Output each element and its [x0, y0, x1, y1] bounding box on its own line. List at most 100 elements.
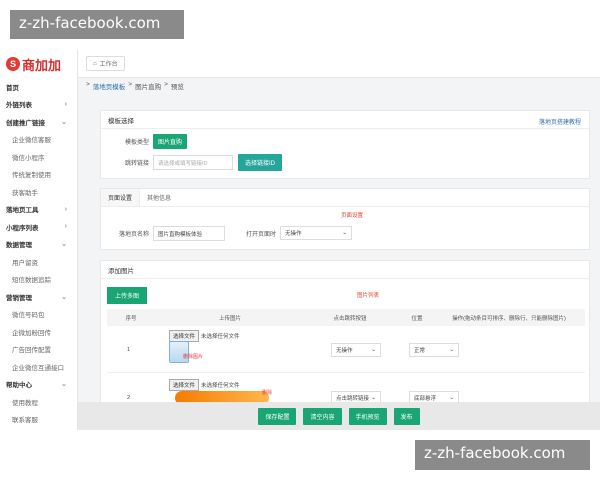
sidebar-item[interactable]: 外链列表 › — [0, 96, 77, 114]
breadcrumb-item[interactable]: 图片直购 — [135, 81, 161, 91]
sidebar-item-label: 企业微信客服 — [12, 137, 51, 145]
sidebar-item-label: 用户留资 — [12, 259, 38, 267]
sidebar-item[interactable]: 企业微信互通接口 — [0, 358, 77, 376]
template-type-label: 模板类型 — [125, 140, 150, 146]
template-select-panel: 模板选择 落地页搭建教程 模板类型 图片直购 跳转链接 请选择或填写链接ID 选… — [100, 110, 590, 179]
open-action-select[interactable]: 无操作 ⌄ — [280, 226, 353, 240]
sidebar-item-label: 企微加粉回传 — [12, 329, 51, 337]
panel-title: 模板选择 — [101, 111, 589, 129]
jump-link-label: 跳转链接 — [125, 161, 150, 167]
chevron-icon: ⌄ — [61, 118, 67, 126]
home-icon: ⌂ — [93, 60, 97, 67]
chevron-icon: ⌄ — [61, 241, 67, 249]
sidebar-item-label: 创建推广链接 — [6, 119, 45, 127]
sidebar-item-label: 微信小程序 — [12, 154, 45, 162]
tab-workbench-label: 工作台 — [99, 62, 118, 68]
mobile-preview-button[interactable]: 手机预览 — [348, 407, 387, 425]
page-name-row: 落地页名称 图片直购模板体验 — [119, 226, 226, 241]
sidebar-item-label: 帮助中心 — [6, 382, 32, 390]
position-select[interactable]: 正常 ⌄ — [409, 343, 459, 357]
row-index: 2 — [127, 395, 131, 401]
publish-button[interactable]: 发布 — [393, 407, 420, 425]
sidebar: S 商加加 首页外链列表 › 创建推广链接 ⌄ 企业微信客服 微信小程序传统复制使用 获客助… — [0, 50, 78, 430]
file-picker: 选择文件 未选择任何文件 — [169, 379, 240, 391]
tab-other-info[interactable]: 其他信息 — [140, 189, 178, 206]
breadcrumb-item[interactable]: 落地页模板 — [93, 81, 126, 91]
tab-workbench[interactable]: ⌂ 工作台 — [86, 56, 125, 71]
jump-action-value: 点击跳转链接 — [336, 396, 370, 402]
sidebar-item-label: 首页 — [6, 84, 19, 92]
tutorial-link[interactable]: 落地页搭建教程 — [539, 117, 581, 126]
breadcrumb-separator: > — [86, 81, 90, 88]
table-row[interactable]: 1 选择文件 未选择任何文件 删除图片 无操作 ⌄ 正常 ⌄ — [107, 327, 585, 373]
delete-image-link[interactable]: 删除 — [262, 389, 272, 396]
sidebar-item-label: 广告回传配置 — [12, 347, 51, 355]
sidebar-item[interactable]: 传统复制使用 — [0, 166, 77, 184]
brand-mark-icon: S — [6, 57, 20, 71]
save-config-button[interactable]: 保存配置 — [258, 407, 297, 425]
template-type-row: 模板类型 图片直购 — [125, 134, 188, 149]
sidebar-item-label: 使用教程 — [12, 399, 38, 407]
chevron-down-icon: ⌄ — [371, 347, 376, 353]
jump-action-select[interactable]: 无操作 ⌄ — [331, 343, 381, 357]
chevron-down-icon: ⌄ — [371, 395, 376, 401]
sidebar-item[interactable]: 小程序列表 › — [0, 218, 77, 236]
open-action-label: 打开页面时 — [246, 231, 277, 238]
sidebar-item[interactable]: 营销管理 ⌄ — [0, 288, 77, 306]
sidebar-item[interactable]: 广告回传配置 — [0, 341, 77, 359]
panel-title: 添加图片 — [101, 261, 589, 279]
chevron-icon: ⌄ — [61, 293, 67, 301]
choose-file-button[interactable]: 选择文件 — [169, 379, 200, 391]
column-header: 序号 — [125, 315, 137, 322]
sidebar-item-label: 数据管理 — [6, 242, 32, 250]
position-value: 底部悬浮 — [414, 396, 437, 402]
sidebar-item-label: 落地页工具 — [6, 207, 39, 215]
sidebar-item[interactable]: 首页 — [0, 78, 77, 96]
sidebar-item[interactable]: 使用教程 — [0, 393, 77, 411]
sidebar-item-label: 小程序列表 — [6, 224, 39, 232]
jump-link-row: 跳转链接 请选择或填写链接ID 选择链接ID — [125, 154, 283, 171]
sidebar-item[interactable]: 数据管理 ⌄ — [0, 236, 77, 254]
column-header: 位置 — [411, 315, 423, 322]
open-action-row: 打开页面时 无操作 ⌄ — [246, 226, 353, 240]
brand-name: 商加加 — [22, 57, 62, 73]
jump-link-input[interactable]: 请选择或填写链接ID — [153, 155, 234, 170]
page-settings-note: 页面设置 — [341, 213, 364, 219]
chevron-down-icon: ⌄ — [449, 395, 454, 401]
sidebar-item[interactable]: 联系客服 — [0, 411, 77, 429]
sidebar-item[interactable]: 微信小程序 — [0, 148, 77, 166]
page-name-label: 落地页名称 — [119, 232, 150, 238]
sidebar-item-label: 外链列表 — [6, 102, 32, 110]
sidebar-item-label: 企业微信互通接口 — [12, 364, 64, 372]
sidebar-item[interactable]: 微信号码包 — [0, 306, 77, 324]
sidebar-item[interactable]: 帮助中心 ⌄ — [0, 376, 77, 394]
open-action-value: 无操作 — [285, 231, 302, 237]
position-value: 正常 — [414, 348, 426, 354]
sidebar-item[interactable]: 用户留资 — [0, 253, 77, 271]
brand-logo[interactable]: S 商加加 — [0, 50, 77, 78]
delete-image-link[interactable]: 删除图片 — [183, 353, 203, 360]
watermark-top: z-zh-facebook.com — [10, 10, 184, 39]
sidebar-item[interactable]: 落地页工具 › — [0, 201, 77, 219]
sidebar-item[interactable]: 获客助手 — [0, 183, 77, 201]
clear-content-button[interactable]: 清空内容 — [303, 407, 342, 425]
image-list-note: 图片列表 — [357, 293, 380, 299]
page-name-input[interactable]: 图片直购模板体验 — [153, 226, 226, 241]
select-link-button[interactable]: 选择链接ID — [238, 154, 283, 171]
tab-page-settings[interactable]: 页面设置 — [101, 189, 141, 206]
app-window: S 商加加 首页外链列表 › 创建推广链接 ⌄ 企业微信客服 微信小程序传统复制使用 获客助… — [0, 50, 600, 430]
sidebar-item[interactable]: 创建推广链接 ⌄ — [0, 113, 77, 131]
chevron-icon: › — [64, 223, 67, 231]
column-header: 上传图片 — [218, 315, 241, 322]
sidebar-item[interactable]: 短信数据追踪 — [0, 271, 77, 289]
chevron-down-icon: ⌄ — [449, 347, 454, 353]
sidebar-item[interactable]: 企业微信客服 — [0, 131, 77, 149]
chevron-icon: › — [64, 100, 67, 108]
upload-multiple-button[interactable]: 上传多图 — [107, 287, 148, 304]
sidebar-item[interactable]: 企微加粉回传 — [0, 323, 77, 341]
breadcrumb-separator: > — [128, 81, 133, 88]
file-status: 未选择任何文件 — [201, 334, 240, 340]
template-type-button[interactable]: 图片直购 — [153, 134, 188, 149]
bottom-action-bar: 保存配置 清空内容 手机预览 发布 — [78, 402, 600, 430]
row-index: 1 — [127, 347, 131, 353]
